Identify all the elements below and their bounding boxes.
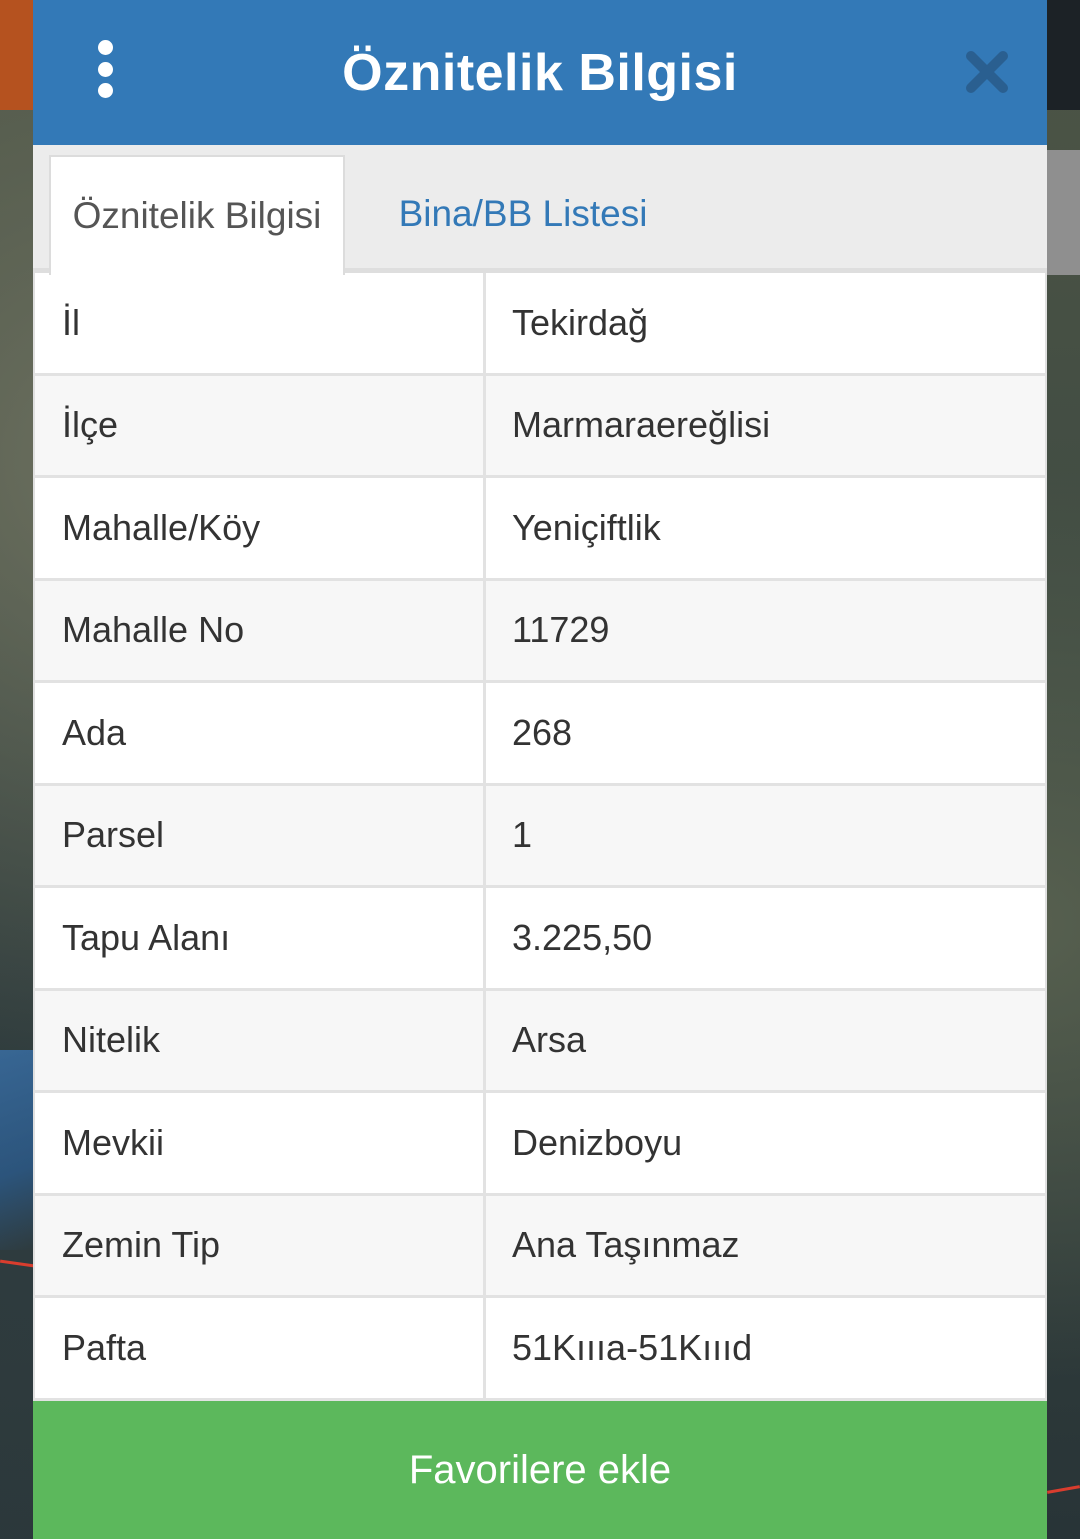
table-row: Ada 268 — [35, 683, 1045, 786]
attribute-value: 3.225,50 — [512, 916, 653, 958]
attribute-value: Marmaraereğlisi — [512, 404, 771, 446]
attribute-label: İlçe — [35, 375, 486, 475]
map-feature — [0, 1050, 34, 1250]
table-row: Mahalle No 11729 — [35, 580, 1045, 683]
table-row: Pafta 51Kıııa-51Kıııd — [35, 1298, 1045, 1401]
attribute-value: Yeniçiftlik — [512, 506, 661, 548]
attribute-label: Tapu Alanı — [35, 888, 486, 988]
attribute-label: Zemin Tip — [35, 1195, 486, 1295]
tab-bar: Öznitelik Bilgisi Bina/BB Listesi — [33, 145, 1047, 275]
table-row: İl Tekirdağ — [35, 273, 1045, 376]
attribute-label: Mevkii — [35, 1093, 486, 1193]
attribute-value: 1 — [512, 814, 533, 856]
attribute-dialog: Öznitelik Bilgisi Öznitelik Bilgisi Bina… — [33, 0, 1047, 1539]
table-row: Parsel 1 — [35, 785, 1045, 888]
dialog-title: Öznitelik Bilgisi — [342, 43, 738, 102]
table-row: Mevkii Denizboyu — [35, 1093, 1045, 1196]
attribute-label: Pafta — [35, 1298, 486, 1398]
vertical-dots-icon[interactable] — [89, 40, 121, 98]
attribute-table: İl Tekirdağ İlçe Marmaraereğlisi Mahalle… — [33, 273, 1047, 1401]
attribute-value: Ana Taşınmaz — [512, 1224, 740, 1266]
add-to-favorites-button[interactable]: Favorilere ekle — [33, 1401, 1047, 1539]
attribute-label: İl — [35, 273, 486, 373]
attribute-value: 268 — [512, 711, 573, 753]
attribute-label: Mahalle/Köy — [35, 478, 486, 578]
tab-building-list[interactable]: Bina/BB Listesi — [363, 155, 683, 273]
attribute-label: Nitelik — [35, 990, 486, 1090]
table-row: Zemin Tip Ana Taşınmaz — [35, 1195, 1045, 1298]
attribute-value: Arsa — [512, 1019, 587, 1061]
attribute-value: Denizboyu — [512, 1121, 683, 1163]
close-icon[interactable] — [965, 50, 1009, 94]
attribute-label: Mahalle No — [35, 580, 486, 680]
attribute-value: 11729 — [512, 609, 610, 651]
map-feature — [1047, 0, 1080, 110]
table-row: Tapu Alanı 3.225,50 — [35, 888, 1045, 991]
tab-attribute-info[interactable]: Öznitelik Bilgisi — [49, 155, 345, 275]
attribute-label: Parsel — [35, 785, 486, 885]
table-row: İlçe Marmaraereğlisi — [35, 375, 1045, 478]
map-feature — [1047, 150, 1080, 275]
attribute-label: Ada — [35, 683, 486, 783]
dialog-header: Öznitelik Bilgisi — [33, 0, 1047, 145]
table-row: Mahalle/Köy Yeniçiftlik — [35, 478, 1045, 581]
table-row: Nitelik Arsa — [35, 990, 1045, 1093]
map-feature — [0, 0, 34, 110]
attribute-value: Tekirdağ — [512, 301, 649, 343]
attribute-value: 51Kıııa-51Kıııd — [512, 1326, 753, 1368]
